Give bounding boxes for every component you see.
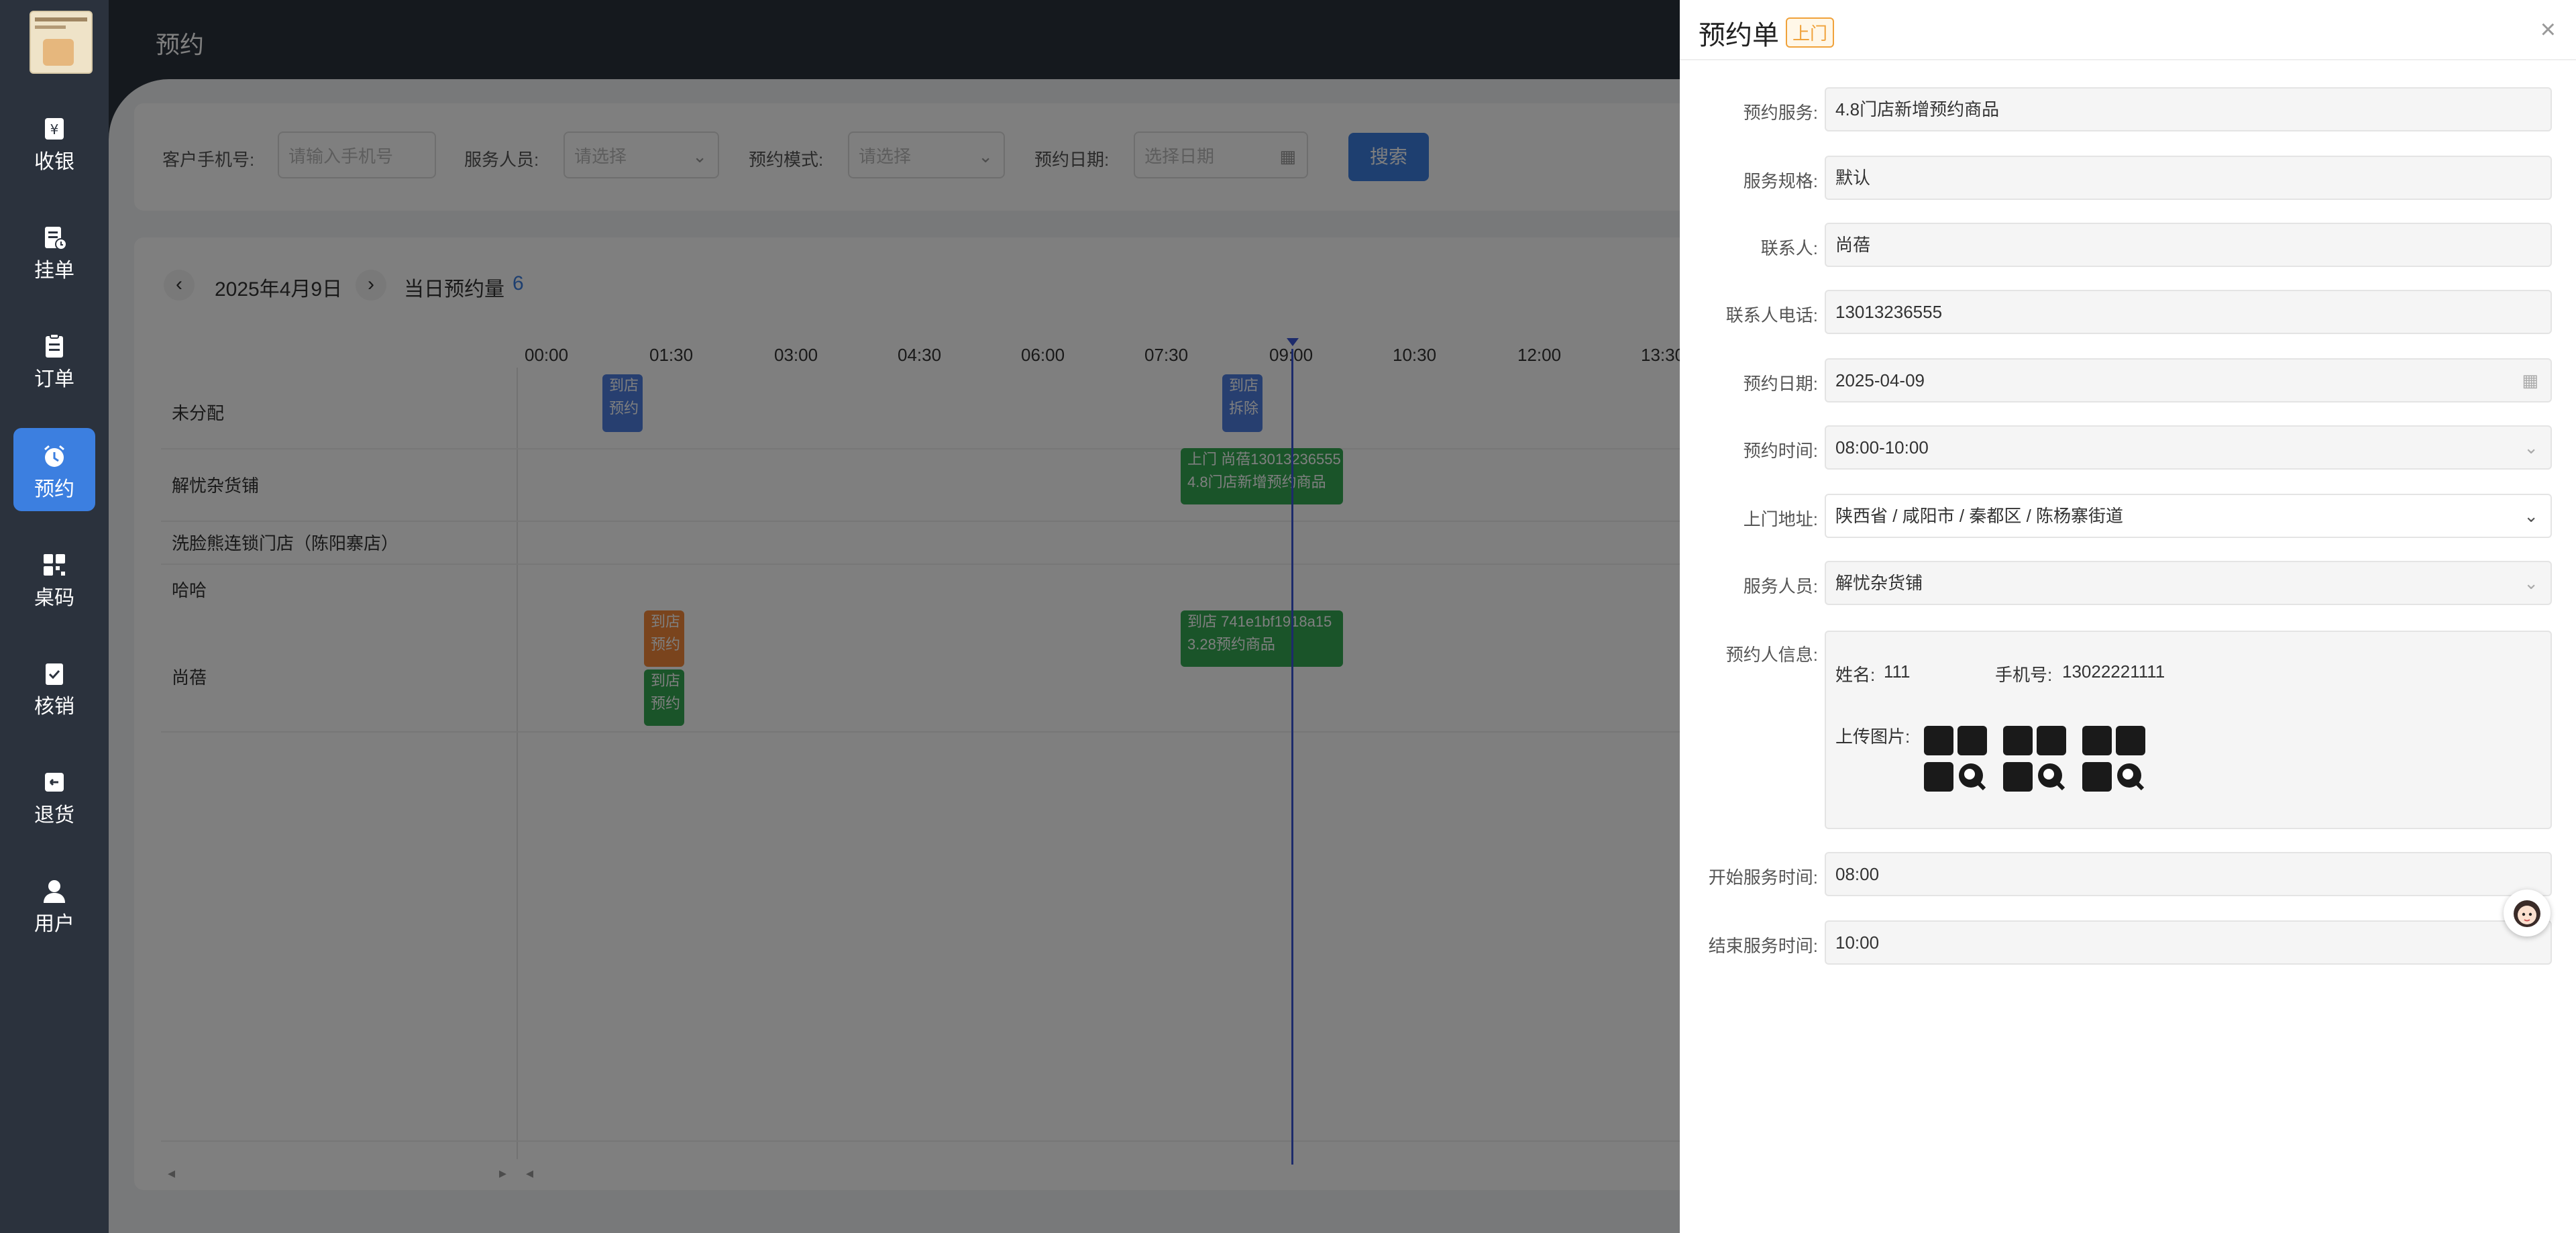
chevron-down-icon: ⌄: [2524, 506, 2538, 526]
image-thumb-icon: [1924, 726, 1953, 755]
contact-phone-label: 联系人电话:: [1725, 305, 1818, 325]
chevron-down-icon: ⌄: [2524, 437, 2538, 458]
contact-value: 尚蓓: [1835, 235, 1871, 255]
image-thumb-icon: [2082, 726, 2112, 755]
nav-table-code[interactable]: 桌码: [13, 537, 95, 620]
upload-label: 上传图片:: [1835, 727, 1911, 747]
reservation-time-select[interactable]: 08:00-10:00 ⌄: [1825, 425, 2552, 470]
contact-phone-value: 13013236555: [1835, 302, 1943, 322]
staff-field-select[interactable]: 解忧杂货铺 ⌄: [1825, 561, 2552, 605]
nav-label: 核销: [34, 696, 74, 718]
nav-cashier[interactable]: ¥ 收银: [13, 101, 95, 184]
staff-field-value: 解忧杂货铺: [1835, 573, 1923, 593]
return-box-icon: [45, 773, 64, 792]
nav-label: 桌码: [34, 587, 74, 609]
image-thumb-icon: [2003, 762, 2033, 792]
pending-order-icon: [45, 227, 67, 250]
spec-label: 服务规格:: [1743, 171, 1818, 191]
verify-clipboard-icon: [46, 663, 63, 685]
image-thumb-icon: [1957, 726, 1987, 755]
nav-user[interactable]: 用户: [13, 863, 95, 946]
booker-info-label: 预约人信息:: [1725, 645, 1818, 665]
calendar-icon: ▦: [2522, 370, 2538, 390]
zoom-icon: [1959, 763, 1986, 791]
nav-label: 退货: [34, 804, 74, 826]
yen-icon: ¥: [45, 118, 64, 140]
zoom-icon: [2117, 763, 2145, 791]
start-time-value: 08:00: [1835, 864, 1880, 884]
drawer-divider: [1680, 59, 2576, 60]
nav-verify[interactable]: 核销: [13, 645, 95, 729]
nav-return[interactable]: 退货: [13, 754, 95, 837]
spec-field[interactable]: 默认: [1825, 156, 2552, 200]
image-thumb-icon: [2082, 762, 2112, 792]
reservation-drawer: 预约单 上门 × 预约服务: 4.8门店新增预约商品 服务规格: 默认 联系人:…: [1680, 0, 2576, 1233]
end-time-label: 结束服务时间:: [1708, 936, 1818, 956]
booker-phone: 13022221111: [2062, 661, 2165, 682]
image-thumb-icon: [2003, 726, 2033, 755]
service-value: 4.8门店新增预约商品: [1835, 99, 2000, 119]
support-avatar-button[interactable]: [2504, 890, 2551, 936]
end-time-value: 10:00: [1835, 932, 1880, 953]
booker-name: 111: [1884, 661, 1911, 682]
modal-overlay[interactable]: [109, 0, 1680, 1233]
spec-value: 默认: [1835, 168, 1871, 188]
date-field-label: 预约日期:: [1743, 374, 1818, 394]
chevron-down-icon: ⌄: [2524, 573, 2538, 593]
close-icon[interactable]: ×: [2540, 15, 2556, 45]
nav-label: 用户: [34, 913, 74, 935]
reservation-time-value: 08:00-10:00: [1835, 437, 1929, 458]
reservation-date-value: 2025-04-09: [1835, 370, 1925, 390]
address-cascader[interactable]: 陕西省 / 咸阳市 / 秦都区 / 陈杨寨街道 ⌄: [1825, 494, 2552, 538]
start-time-field[interactable]: 08:00: [1825, 852, 2552, 896]
store-logo: [30, 11, 93, 74]
service-label: 预约服务:: [1743, 103, 1818, 123]
booker-info-box: 姓名: 111 手机号: 13022221111 上传图片:: [1825, 631, 2552, 829]
reservation-date-field[interactable]: 2025-04-09 ▦: [1825, 358, 2552, 403]
svg-text:¥: ¥: [50, 121, 59, 138]
drawer-title: 预约单: [1699, 21, 1779, 50]
start-time-label: 开始服务时间:: [1708, 867, 1818, 888]
service-mode-tag: 上门: [1786, 17, 1835, 48]
address-label: 上门地址:: [1743, 509, 1818, 529]
contact-phone-field[interactable]: 13013236555: [1825, 290, 2552, 334]
qr-code-icon: [44, 554, 65, 576]
booker-name-label: 姓名:: [1835, 665, 1876, 685]
zoom-icon: [2038, 763, 2065, 791]
image-thumb-icon: [2037, 726, 2066, 755]
order-list-icon: [46, 333, 63, 358]
nav-label: 预约: [34, 478, 74, 500]
user-icon: [44, 880, 65, 903]
nav-reservation[interactable]: 预约: [13, 428, 95, 511]
service-field[interactable]: 4.8门店新增预约商品: [1825, 87, 2552, 131]
nav-pending[interactable]: 挂单: [13, 209, 95, 292]
booker-phone-label: 手机号:: [1995, 665, 2053, 685]
time-field-label: 预约时间:: [1743, 441, 1818, 461]
staff-field-label: 服务人员:: [1743, 576, 1818, 596]
assistant-avatar-icon: [2514, 900, 2540, 927]
image-thumb-icon: [1924, 762, 1953, 792]
nav-orders[interactable]: 订单: [13, 318, 95, 401]
contact-label: 联系人:: [1760, 238, 1818, 258]
sidebar: ¥ 收银 挂单 订单 预约 桌码 核销 退货 用户: [0, 0, 109, 1233]
nav-label: 收银: [34, 151, 74, 173]
contact-field[interactable]: 尚蓓: [1825, 223, 2552, 267]
alarm-clock-icon: [44, 445, 64, 467]
image-thumb-icon: [2116, 726, 2145, 755]
nav-label: 订单: [34, 368, 74, 390]
address-value: 陕西省 / 咸阳市 / 秦都区 / 陈杨寨街道: [1835, 506, 2124, 526]
end-time-field[interactable]: 10:00: [1825, 920, 2552, 965]
nav-label: 挂单: [34, 260, 74, 282]
